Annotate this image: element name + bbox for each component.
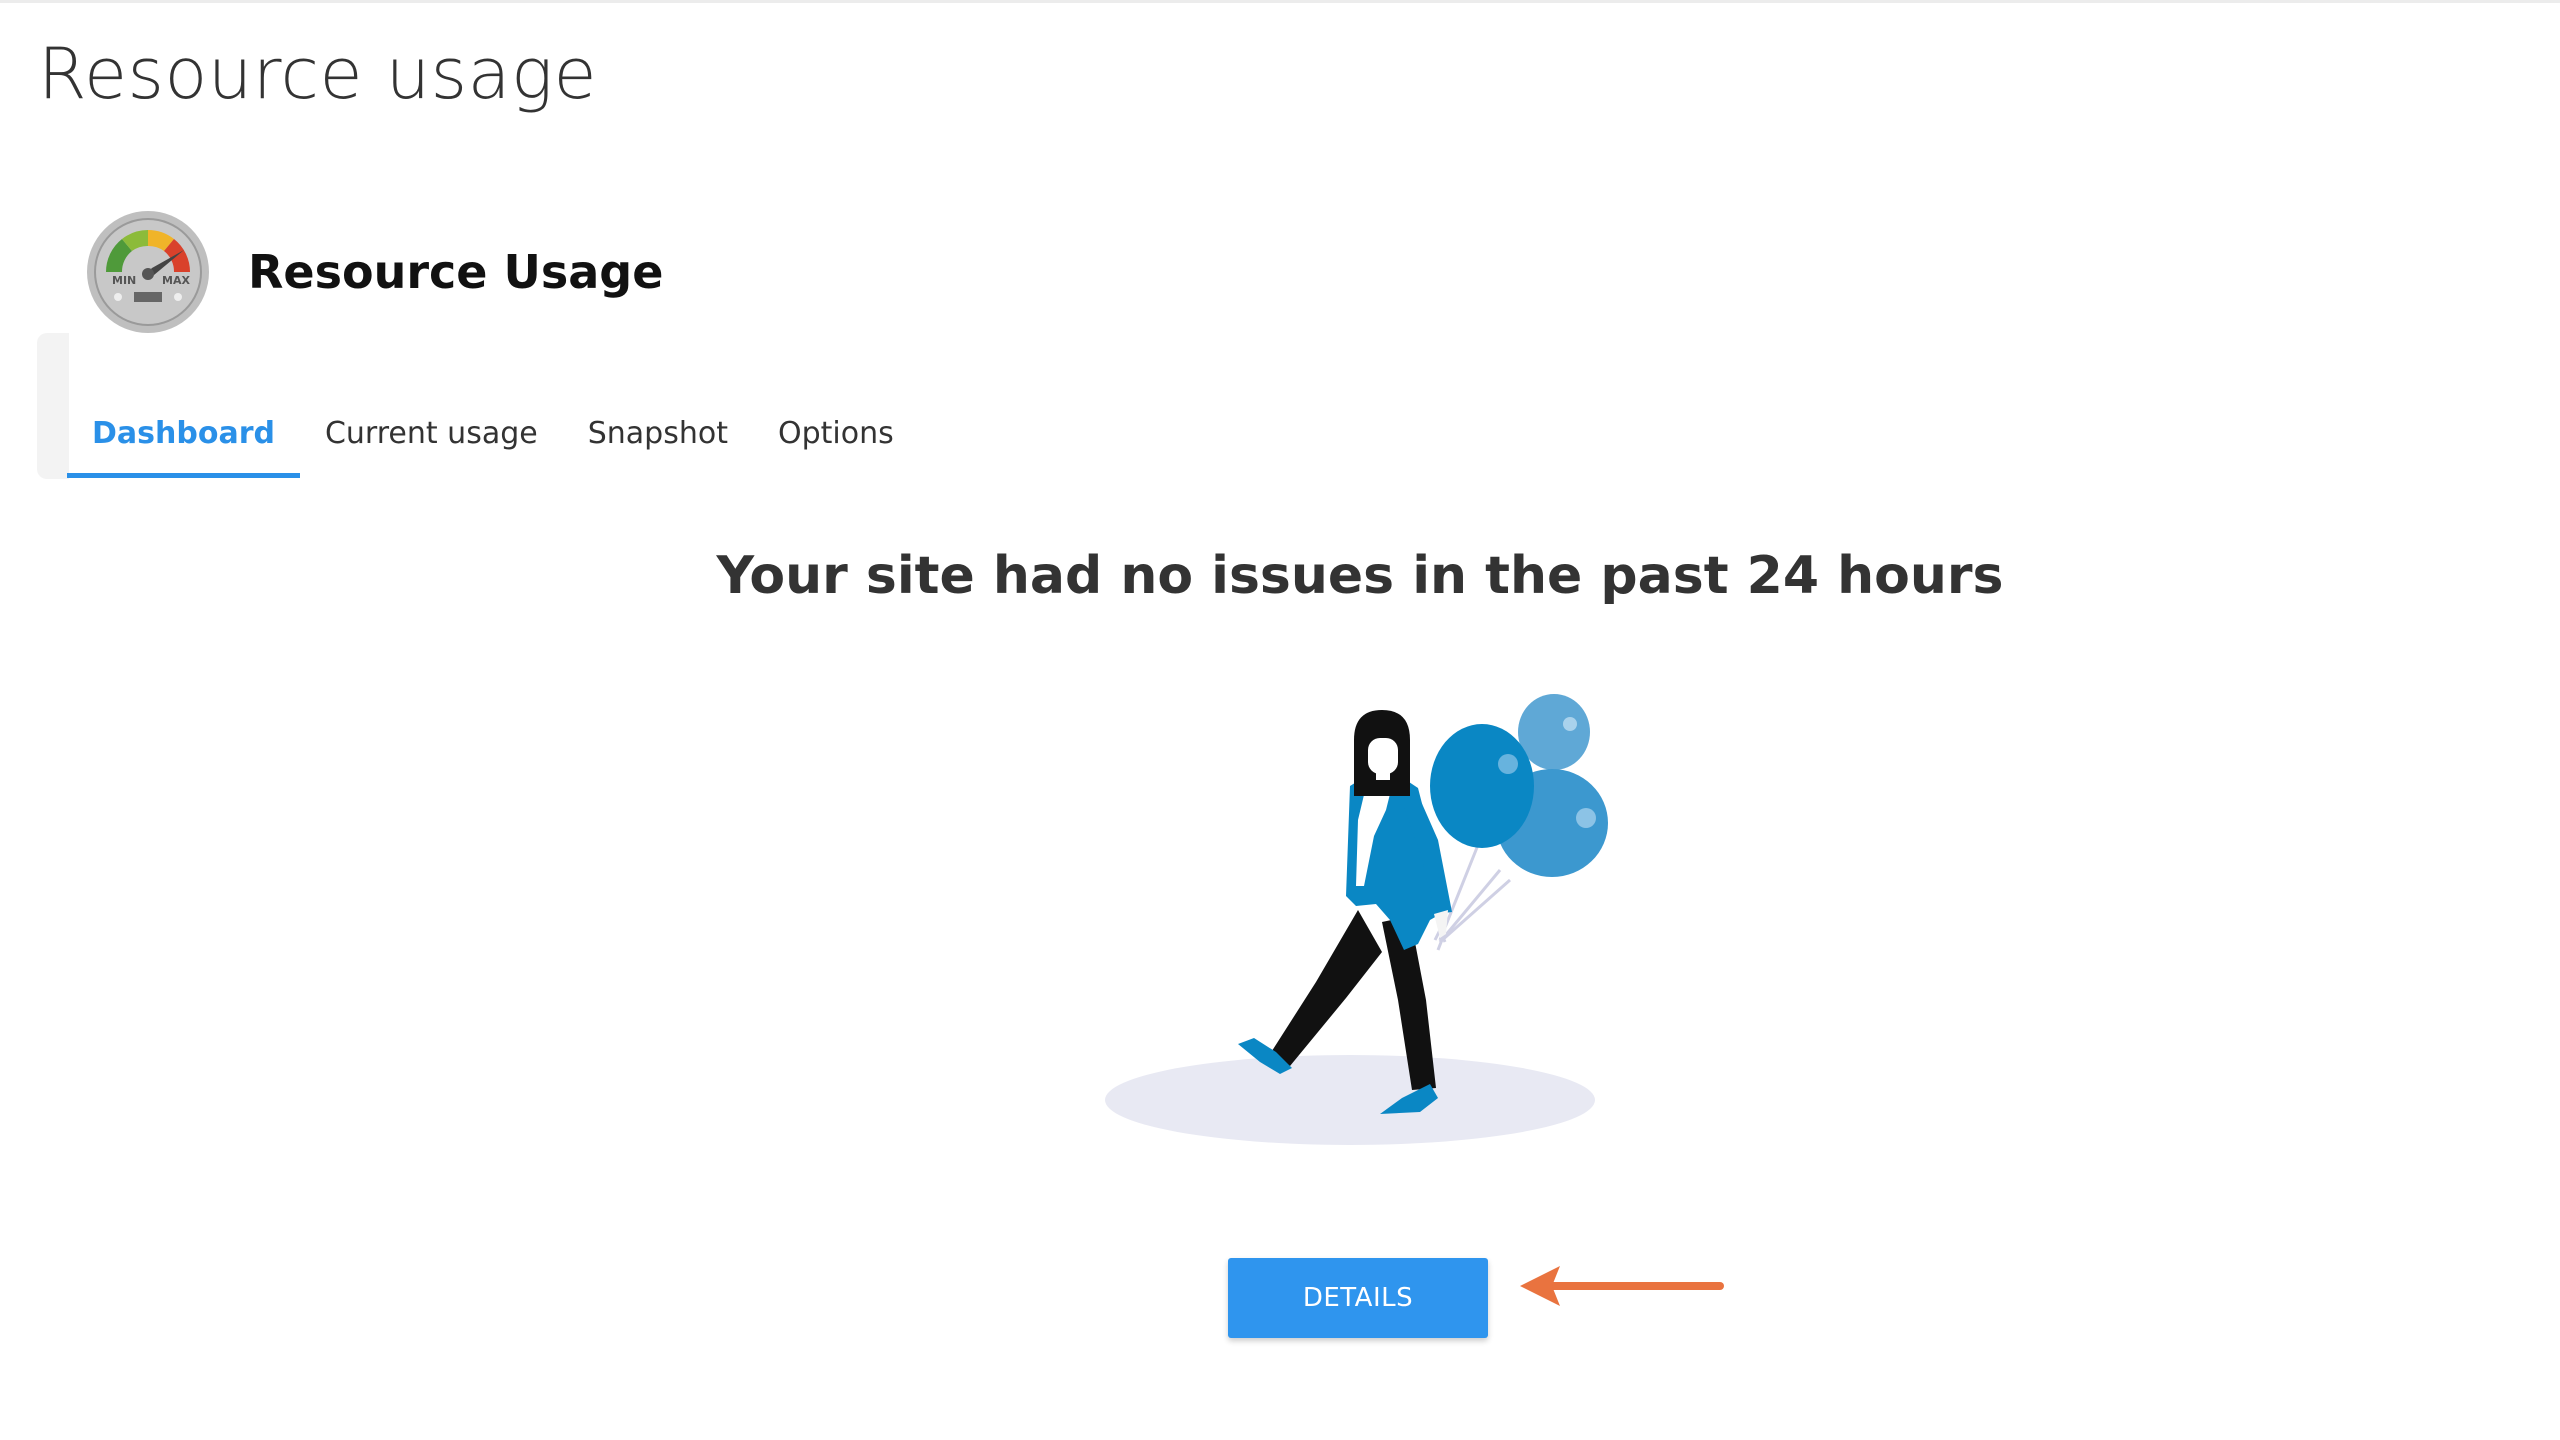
top-divider [0,0,2560,3]
gauge-icon: MIN MAX [87,211,209,333]
details-button[interactable]: DETAILS [1228,1258,1488,1338]
gauge-min-label: MIN [112,274,136,287]
tab-current-usage[interactable]: Current usage [300,400,563,478]
tab-snapshot[interactable]: Snapshot [563,400,753,478]
woman-with-balloons-illustration [1105,694,1608,1145]
tab-bar: Dashboard Current usage Snapshot Options [67,400,919,480]
plugin-name: Resource Usage [248,245,664,299]
status-message: Your site had no issues in the past 24 h… [716,546,2004,606]
plugin-header: MIN MAX Resource Usage [86,210,663,334]
orange-arrow-icon [1520,1266,1724,1306]
gauge-max-label: MAX [162,274,190,287]
tab-bar-accent [37,333,69,479]
tab-dashboard[interactable]: Dashboard [67,400,300,478]
tab-options[interactable]: Options [753,400,919,478]
page-title: Resource usage [38,33,598,115]
